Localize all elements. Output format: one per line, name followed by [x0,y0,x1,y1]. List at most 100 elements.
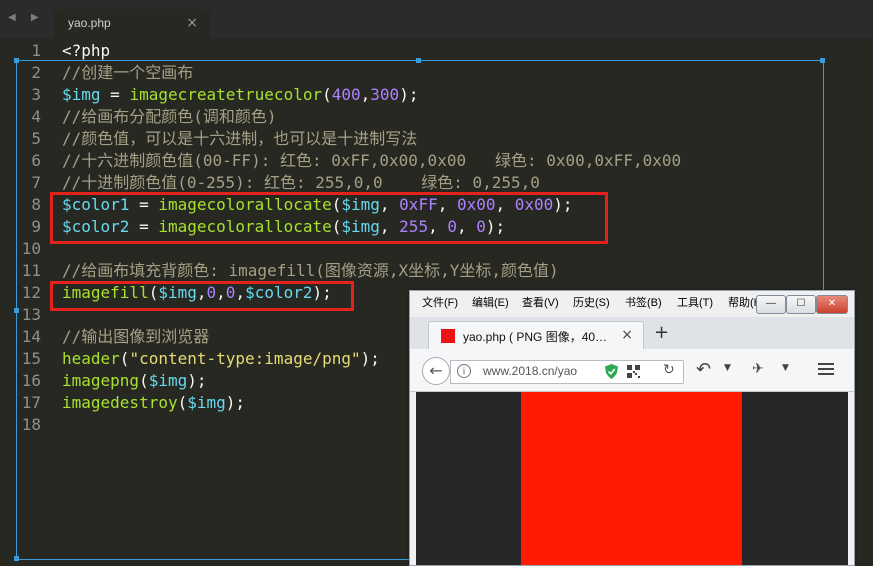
browser-tab-title: yao.php ( PNG 图像，40… [463,330,608,344]
selection-handle[interactable] [820,58,825,63]
code-line[interactable]: $color1 = imagecolorallocate($img, 0xFF,… [62,194,573,216]
code-token: , [495,195,515,214]
line-number: 10 [21,239,41,258]
menu-icon[interactable] [818,363,834,377]
line-number: 1 [31,41,41,60]
chevron-down-icon[interactable]: ▼ [724,363,731,373]
line-number: 14 [21,327,41,346]
code-token: ); [553,195,573,214]
code-token: //十进制颜色值(0-255): 红色: 255,0,0 绿色: 0,255,0 [62,173,540,192]
close-tab-icon[interactable]: × [621,327,633,343]
line-number-gutter: 1 2 3 4 5 6 7 8 9 10 11 12 13 14 15 16 17 18 [7,38,47,564]
back-button[interactable]: ← [422,357,450,385]
code-token: ( [177,393,188,412]
menu-file[interactable]: 文件(F) [422,294,458,310]
favicon-icon [441,329,455,343]
code-line[interactable]: header("content-type:image/png"); [62,348,380,370]
code-token: 0x00 [456,195,496,214]
shield-icon[interactable] [605,364,618,379]
url-text[interactable]: www.2018.cn/yao [483,364,583,378]
line-number: 18 [21,415,41,434]
code-token: , [437,195,457,214]
browser-nav-bar: ← i www.2018.cn/yao ↻ ↶ ▼ ✈ ▼ [410,349,854,392]
code-token: $img [187,393,226,412]
menu-history[interactable]: 历史(S) [573,294,610,310]
line-number: 2 [31,63,41,82]
line-number: 15 [21,349,41,368]
page-content [416,392,848,565]
code-token: ); [312,283,332,302]
line-number: 6 [31,151,41,170]
code-token: //输出图像到浏览器 [62,327,210,346]
code-token: 0 [206,283,217,302]
line-number: 4 [31,107,41,126]
code-token: $img [158,283,197,302]
browser-tab-strip: yao.php ( PNG 图像，40… × + [410,317,854,350]
code-line[interactable]: //创建一个空画布 [62,62,193,84]
code-line[interactable]: //输出图像到浏览器 [62,326,209,348]
browser-menubar: 文件(F) 编辑(E) 查看(V) 历史(S) 书签(B) 工具(T) 帮助(H… [410,291,854,314]
code-token: 0x00 [514,195,554,214]
line-number: 7 [31,173,41,192]
code-token: //颜色值，可以是十六进制，也可以是十进制写法 [62,129,418,148]
code-line[interactable]: $color2 = imagecolorallocate($img, 255, … [62,216,505,238]
code-token: header [62,349,120,368]
code-line[interactable]: imagepng($img); [62,370,207,392]
menu-view[interactable]: 查看(V) [522,294,559,310]
reload-icon[interactable]: ↻ [663,362,675,378]
code-token: $img [341,195,380,214]
code-line[interactable]: $img = imagecreatetruecolor(400,300); [62,84,418,106]
code-token: = [100,85,130,104]
minimize-button[interactable]: — [756,295,786,314]
line-number: 17 [21,393,41,412]
close-icon[interactable]: × [186,15,198,31]
code-token: , [216,283,226,302]
code-token: ( [148,283,159,302]
new-tab-button[interactable]: + [654,322,669,343]
selection-handle[interactable] [14,58,19,63]
maximize-button[interactable]: ☐ [786,295,816,314]
code-line[interactable]: imagefill($img,0,0,$color2); [62,282,332,304]
info-icon[interactable]: i [457,364,471,378]
qr-code-icon[interactable] [627,365,640,378]
line-number: 9 [31,217,41,236]
code-line[interactable]: //给画布分配颜色(调和颜色) [62,106,277,128]
code-line[interactable]: //十进制颜色值(0-255): 红色: 255,0,0 绿色: 0,255,0 [62,172,540,194]
extension-icon[interactable]: ✈ [752,361,764,377]
editor-tab-yao-php[interactable]: yao.php × [54,9,210,38]
code-token: //十六进制颜色值(00-FF): 红色: 0xFF,0x00,0x00 绿色:… [62,151,682,170]
code-token: , [379,217,400,236]
code-token: ( [322,85,332,104]
code-token: $img [148,371,188,390]
address-bar[interactable]: i www.2018.cn/yao ↻ [450,360,684,384]
code-line[interactable]: imagedestroy($img); [62,392,245,414]
menu-bookmarks[interactable]: 书签(B) [625,294,662,310]
code-token: $color2 [62,217,130,236]
close-window-button[interactable]: ✕ [816,295,848,314]
undo-icon[interactable]: ↶ [696,359,711,380]
selection-handle[interactable] [14,556,19,561]
line-number: 3 [31,85,41,104]
selection-handle[interactable] [416,58,421,63]
code-token: 0 [447,217,457,236]
code-token: = [129,217,159,236]
code-line[interactable]: //给画布填充背颜色: imagefill(图像资源,X坐标,Y坐标,颜色值) [62,260,559,282]
code-token: $color1 [62,195,130,214]
code-token: ( [331,217,342,236]
code-token: 0xFF [399,195,438,214]
browser-tab[interactable]: yao.php ( PNG 图像，40… × [428,321,644,350]
code-token: , [235,283,246,302]
selection-handle[interactable] [14,308,19,313]
code-line[interactable]: <?php [62,40,110,62]
code-line[interactable]: //十六进制颜色值(00-FF): 红色: 0xFF,0x00,0x00 绿色:… [62,150,681,172]
code-token: ); [225,393,246,412]
code-token: //创建一个空画布 [62,63,194,82]
line-number: 8 [31,195,41,214]
chevron-down-icon[interactable]: ▼ [782,363,789,373]
code-token: imagefill [62,283,149,302]
tab-nav-arrows[interactable]: ◀ ▶ [8,12,45,23]
menu-tools[interactable]: 工具(T) [677,294,713,310]
code-token: //给画布填充背颜色: imagefill(图像资源,X坐标,Y坐标,颜色值) [62,261,559,280]
code-line[interactable]: //颜色值，可以是十六进制，也可以是十进制写法 [62,128,417,150]
menu-edit[interactable]: 编辑(E) [472,294,509,310]
